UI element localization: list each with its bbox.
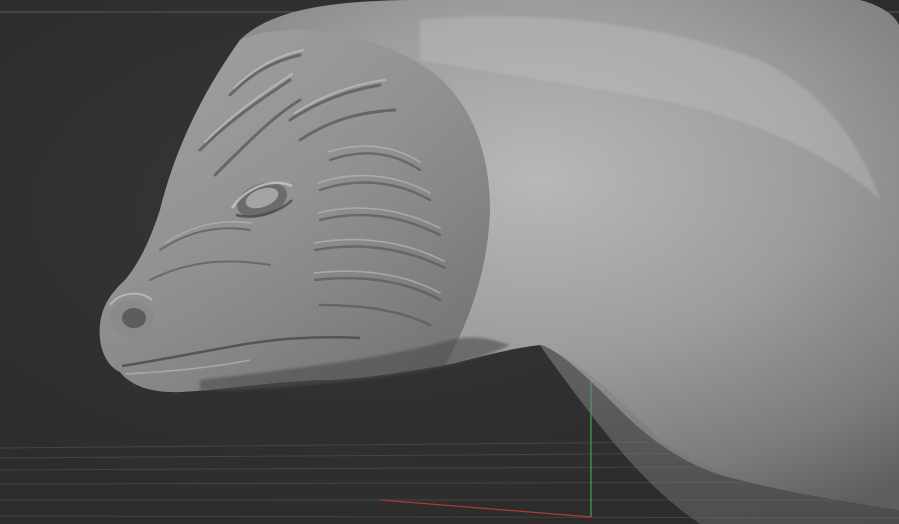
viewport-canvas[interactable] xyxy=(0,0,899,524)
x-axis-line xyxy=(379,499,593,518)
sculpt-viewport[interactable] xyxy=(0,0,899,524)
sculpt-mesh[interactable] xyxy=(99,0,899,524)
